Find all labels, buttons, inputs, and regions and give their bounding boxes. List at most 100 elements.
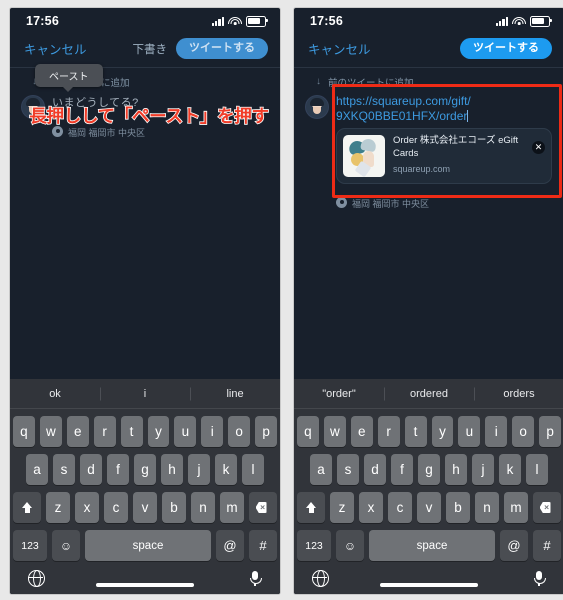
key-x[interactable]: x: [75, 492, 99, 523]
key-u[interactable]: u: [458, 416, 481, 447]
key-k[interactable]: k: [499, 454, 521, 485]
shift-key[interactable]: [13, 492, 41, 523]
prediction-item[interactable]: line: [190, 388, 280, 400]
key-x[interactable]: x: [359, 492, 383, 523]
composed-url-text[interactable]: https://squareup.com/gift/ 9XKQ0BBE01HFX…: [336, 94, 554, 123]
microphone-icon[interactable]: [248, 570, 262, 587]
key-q[interactable]: q: [12, 416, 35, 447]
hash-key[interactable]: #: [249, 530, 277, 561]
key-i[interactable]: i: [201, 416, 224, 447]
key-b[interactable]: b: [162, 492, 186, 523]
emoji-key[interactable]: ☺: [52, 530, 80, 561]
key-l[interactable]: l: [242, 454, 264, 485]
key-f[interactable]: f: [391, 454, 413, 485]
space-key[interactable]: space: [85, 530, 211, 561]
location-pin-icon: [336, 197, 347, 210]
key-a[interactable]: a: [310, 454, 332, 485]
cancel-button[interactable]: キャンセル: [308, 39, 371, 58]
key-m[interactable]: m: [220, 492, 244, 523]
numeric-key[interactable]: 123: [297, 530, 331, 561]
reply-to-previous-label: 前のツイートに追加: [328, 78, 414, 89]
key-y[interactable]: y: [431, 416, 454, 447]
key-i[interactable]: i: [485, 416, 508, 447]
shift-key[interactable]: [297, 492, 325, 523]
key-h[interactable]: h: [161, 454, 183, 485]
wifi-icon: [228, 16, 242, 26]
microphone-icon[interactable]: [532, 570, 546, 587]
emoji-key[interactable]: ☺: [336, 530, 364, 561]
tweet-button[interactable]: ツイートする: [460, 38, 552, 59]
url-line-2: 9XKQ0BBE01HFX/order: [336, 108, 468, 123]
key-r[interactable]: r: [93, 416, 116, 447]
key-u[interactable]: u: [174, 416, 197, 447]
cancel-button[interactable]: キャンセル: [24, 39, 87, 58]
key-s[interactable]: s: [337, 454, 359, 485]
avatar[interactable]: [305, 95, 329, 119]
key-s[interactable]: s: [53, 454, 75, 485]
space-key[interactable]: space: [369, 530, 495, 561]
key-g[interactable]: g: [418, 454, 440, 485]
keyboard-row-4: 123 ☺ space @ #: [10, 530, 280, 561]
key-t[interactable]: t: [120, 416, 143, 447]
globe-icon[interactable]: [27, 570, 45, 587]
prediction-item[interactable]: i: [100, 388, 190, 400]
key-d[interactable]: d: [364, 454, 386, 485]
globe-icon[interactable]: [311, 570, 329, 587]
key-j[interactable]: j: [188, 454, 210, 485]
key-o[interactable]: o: [512, 416, 535, 447]
key-c[interactable]: c: [104, 492, 128, 523]
key-p[interactable]: p: [255, 416, 278, 447]
key-n[interactable]: n: [191, 492, 215, 523]
key-y[interactable]: y: [147, 416, 170, 447]
hash-key[interactable]: #: [533, 530, 561, 561]
prediction-item[interactable]: orders: [474, 388, 563, 400]
key-z[interactable]: z: [330, 492, 354, 523]
prediction-item[interactable]: "order": [294, 388, 384, 400]
key-f[interactable]: f: [107, 454, 129, 485]
battery-icon: [246, 15, 268, 27]
at-key[interactable]: @: [216, 530, 244, 561]
status-bar: 17:56: [294, 8, 563, 34]
key-e[interactable]: e: [350, 416, 373, 447]
key-g[interactable]: g: [134, 454, 156, 485]
key-o[interactable]: o: [228, 416, 251, 447]
delete-key[interactable]: ×: [249, 492, 277, 523]
key-l[interactable]: l: [526, 454, 548, 485]
key-r[interactable]: r: [377, 416, 400, 447]
key-k[interactable]: k: [215, 454, 237, 485]
location-row[interactable]: 福岡 福岡市 中央区: [336, 191, 554, 210]
key-q[interactable]: q: [296, 416, 319, 447]
tweet-button[interactable]: ツイートする: [176, 38, 268, 59]
draft-button[interactable]: 下書き: [133, 41, 168, 57]
key-d[interactable]: d: [80, 454, 102, 485]
key-w[interactable]: w: [323, 416, 346, 447]
delete-key[interactable]: ×: [533, 492, 561, 523]
shift-icon: [21, 501, 33, 514]
reply-to-previous-row[interactable]: ↓ 前のツイートに追加: [294, 68, 563, 93]
key-h[interactable]: h: [445, 454, 467, 485]
prediction-bar: ok i line: [10, 379, 280, 409]
key-v[interactable]: v: [133, 492, 157, 523]
home-indicator: [380, 583, 478, 587]
status-icons: [495, 15, 552, 27]
paste-tooltip[interactable]: ペースト: [35, 64, 103, 92]
key-b[interactable]: b: [446, 492, 470, 523]
key-a[interactable]: a: [26, 454, 48, 485]
key-p[interactable]: p: [539, 416, 562, 447]
prediction-item[interactable]: ordered: [384, 388, 474, 400]
text-caret: [467, 109, 469, 122]
key-j[interactable]: j: [472, 454, 494, 485]
link-preview-card[interactable]: Order 株式会社エコーズ eGift Cards squareup.com …: [336, 128, 552, 185]
numeric-key[interactable]: 123: [13, 530, 47, 561]
key-n[interactable]: n: [475, 492, 499, 523]
prediction-item[interactable]: ok: [10, 388, 100, 400]
key-c[interactable]: c: [388, 492, 412, 523]
key-t[interactable]: t: [404, 416, 427, 447]
key-m[interactable]: m: [504, 492, 528, 523]
key-z[interactable]: z: [46, 492, 70, 523]
key-e[interactable]: e: [66, 416, 89, 447]
header-actions: ツイートする: [460, 38, 552, 59]
key-w[interactable]: w: [39, 416, 62, 447]
at-key[interactable]: @: [500, 530, 528, 561]
key-v[interactable]: v: [417, 492, 441, 523]
